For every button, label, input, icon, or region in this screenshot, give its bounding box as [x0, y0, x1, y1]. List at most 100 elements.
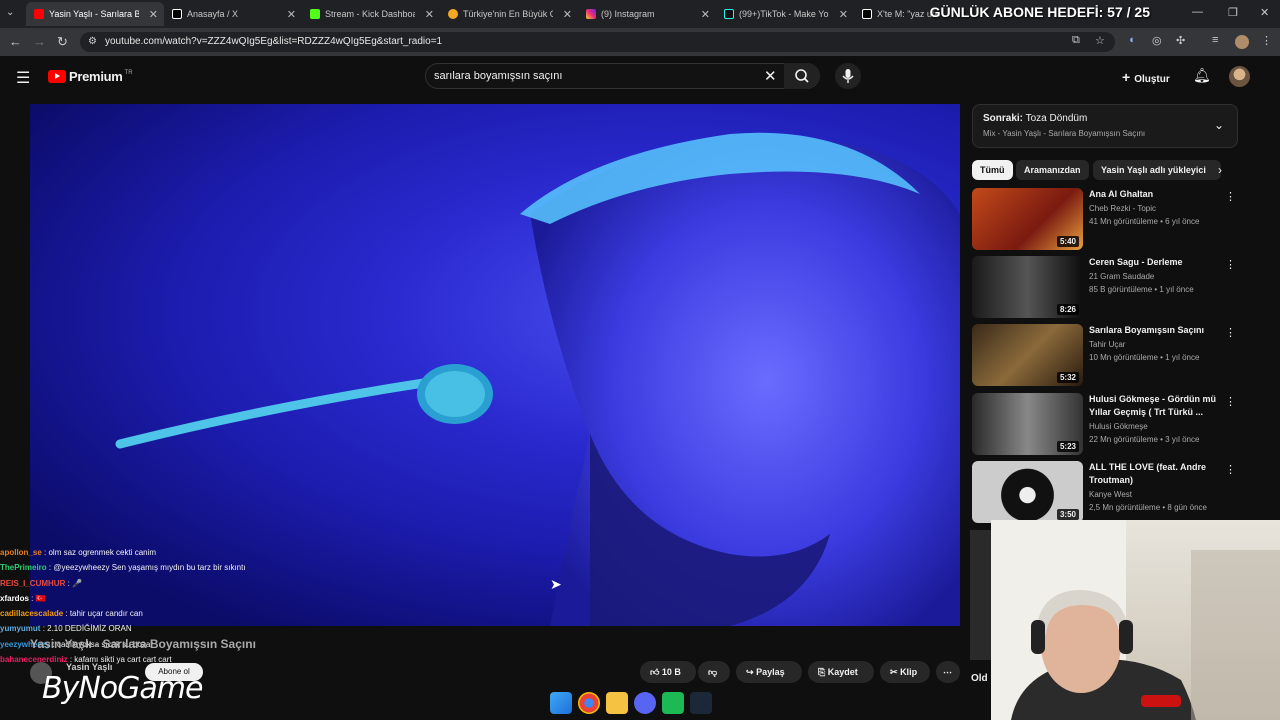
app-icon[interactable]	[662, 692, 684, 714]
more-options-icon[interactable]: ⋮	[1225, 463, 1236, 476]
youtube-avatar[interactable]	[1229, 66, 1250, 87]
rec-channel[interactable]: Kanye West	[1089, 490, 1132, 499]
chrome-icon[interactable]	[578, 692, 600, 714]
video-thumbnail[interactable]: 8:26	[972, 256, 1083, 318]
recommendation-card[interactable]: 5:32 Sarılara Boyamışsın Saçını Tahir Uç…	[972, 324, 1240, 386]
more-options-icon[interactable]: ⋮	[1225, 326, 1236, 339]
video-thumbnail[interactable]: 3:50	[972, 461, 1083, 523]
share-button[interactable]: ↪ Paylaş	[736, 661, 802, 683]
rec-title[interactable]: ALL THE LOVE (feat. Andre Troutman)	[1089, 461, 1219, 487]
tab-title: Anasayfa / X	[187, 9, 239, 19]
browser-menu-icon[interactable]: ⋮	[1261, 34, 1272, 47]
extension-icon[interactable]: ◎	[1152, 34, 1162, 47]
chip-all[interactable]: Tümü	[972, 160, 1013, 180]
more-actions-icon[interactable]: ⋯	[936, 661, 960, 683]
steam-icon[interactable]	[690, 692, 712, 714]
duration-badge: 3:50	[1056, 509, 1079, 520]
forward-icon[interactable]: →	[33, 34, 46, 49]
webcam-frame	[991, 520, 1280, 720]
recommendation-card[interactable]: 5:23 Hulusi Gökmeşe - Gördün mü Yıllar G…	[972, 393, 1240, 455]
more-options-icon[interactable]: ⋮	[1225, 190, 1236, 203]
rec-channel[interactable]: Tahir Uçar	[1089, 340, 1125, 349]
close-icon[interactable]: ✕	[701, 8, 710, 21]
hamburger-menu-icon[interactable]: ☰	[16, 68, 30, 88]
tab-instagram[interactable]: (9) Instagram ✕	[578, 2, 716, 26]
tab-title: Yasin Yaşlı - Sarılara B	[49, 9, 139, 19]
extensions-puzzle-icon[interactable]: ✣	[1176, 34, 1185, 47]
tab-kick[interactable]: Stream - Kick Dashboard ✕	[302, 2, 440, 26]
dislike-button[interactable]: 👎︎	[698, 661, 730, 683]
create-button[interactable]: + Oluştur	[1122, 69, 1170, 85]
duration-badge: 5:40	[1056, 236, 1079, 247]
chat-user: bahanecenerdiniz	[0, 655, 68, 665]
search-button[interactable]	[784, 63, 820, 89]
rec-title[interactable]: Hulusi Gökmeşe - Gördün mü Yıllar Geçmiş…	[1089, 393, 1219, 419]
rec-channel[interactable]: Cheb Rezki - Topic	[1089, 204, 1156, 213]
window-close-icon[interactable]: ✕	[1260, 6, 1269, 19]
chat-user: cadillacescalade	[0, 609, 64, 619]
notifications-bell-icon[interactable]: 🔔︎	[1193, 67, 1211, 84]
video-thumbnail[interactable]: 5:32	[972, 324, 1083, 386]
chevron-down-icon[interactable]: ⌄	[1214, 118, 1224, 132]
rec-channel[interactable]: 21 Gram Saudade	[1089, 272, 1154, 281]
recommendation-card[interactable]: 8:26 Ceren Sagu - Derleme 21 Gram Saudad…	[972, 256, 1240, 318]
rec-channel[interactable]: Hulusi Gökmeşe	[1089, 422, 1148, 431]
extension-audio-icon[interactable]: ◖	[1128, 34, 1135, 46]
video-thumbnail[interactable]: 5:23	[972, 393, 1083, 455]
file-explorer-icon[interactable]	[606, 692, 628, 714]
reload-icon[interactable]: ↻	[57, 34, 68, 50]
rec-title[interactable]: Ana Al Ghaltan	[1089, 188, 1219, 201]
chat-message: xfardos : 🇹🇷	[0, 591, 310, 606]
close-icon[interactable]: ✕	[839, 8, 848, 21]
bynogame-icon	[448, 9, 458, 19]
close-icon[interactable]: ✕	[149, 8, 158, 21]
chevron-right-icon[interactable]: ›	[1218, 163, 1222, 177]
profile-avatar[interactable]	[1235, 35, 1249, 49]
youtube-logo[interactable]: Premium TR	[48, 69, 133, 84]
url-text[interactable]: youtube.com/watch?v=ZZZ4wQIg5Eg&list=RDZ…	[105, 36, 442, 47]
up-next-title: Sonraki: Toza Döndüm	[983, 113, 1087, 124]
rec-title[interactable]: Sarılara Boyamışsın Saçını	[1089, 324, 1219, 337]
recommendation-card[interactable]: 5:40 Ana Al Ghaltan Cheb Rezki - Topic 4…	[972, 188, 1240, 250]
playlist-subtitle: Mix - Yasin Yaşlı - Sarılara Boyamışsın …	[983, 129, 1146, 138]
share-label: Paylaş	[756, 667, 785, 677]
maximize-icon[interactable]: ❐	[1228, 6, 1238, 19]
clear-search-icon[interactable]: ✕	[764, 67, 777, 85]
rec-title[interactable]: Ceren Sagu - Derleme	[1089, 256, 1219, 269]
close-icon[interactable]: ✕	[563, 8, 572, 21]
tab-youtube[interactable]: Yasin Yaşlı - Sarılara B ✕	[26, 2, 164, 26]
minimize-icon[interactable]: —	[1192, 6, 1203, 18]
back-icon[interactable]: ←	[9, 34, 22, 49]
discord-icon[interactable]	[634, 692, 656, 714]
bookmark-star-icon[interactable]: ☆	[1095, 34, 1105, 47]
more-options-icon[interactable]: ⋮	[1225, 395, 1236, 408]
chat-user: xfardos	[0, 593, 29, 603]
save-button[interactable]: ⎘ Kaydet	[808, 661, 874, 683]
youtube-icon	[34, 9, 44, 19]
chat-text: : olm saz ogrenmek cekti canim	[44, 548, 157, 557]
chip-uploader[interactable]: Yasin Yaşlı adlı yükleyici	[1093, 160, 1221, 180]
recommendation-card[interactable]: 3:50 ALL THE LOVE (feat. Andre Troutman)…	[972, 461, 1240, 523]
site-info-icon[interactable]: ⚙	[88, 36, 97, 47]
tab-search-icon[interactable]: ⌄	[6, 7, 14, 18]
tab-tiktok[interactable]: (99+)TikTok - Make Your ✕	[716, 2, 854, 26]
chip-from-search[interactable]: Aramanızdan	[1016, 160, 1089, 180]
voice-search-button[interactable]	[835, 63, 861, 89]
more-options-icon[interactable]: ⋮	[1225, 258, 1236, 271]
install-icon[interactable]: ⧉	[1072, 34, 1080, 47]
media-control-icon[interactable]: ≡	[1212, 34, 1218, 46]
mouse-cursor-icon: ➤	[550, 576, 562, 592]
windows-start-icon[interactable]	[550, 692, 572, 714]
like-button[interactable]: 👍︎ 10 B	[640, 661, 696, 683]
rec-meta: 41 Mn görüntüleme • 6 yıl önce	[1089, 217, 1200, 226]
close-icon[interactable]: ✕	[287, 8, 296, 21]
plus-icon: +	[1122, 69, 1131, 85]
video-thumbnail[interactable]: 5:40	[972, 188, 1083, 250]
close-icon[interactable]: ✕	[425, 8, 434, 21]
playlist-panel[interactable]	[972, 104, 1238, 148]
tab-bynogame[interactable]: Türkiye'nin En Büyük Oyu ✕	[440, 2, 578, 26]
clip-button[interactable]: ✂ Klip	[880, 661, 930, 683]
search-input[interactable]: sarılara boyamışsın saçını	[434, 70, 562, 82]
tab-x-post[interactable]: X'te M: "yaz ufak	[854, 2, 940, 26]
tab-x[interactable]: Anasayfa / X ✕	[164, 2, 302, 26]
